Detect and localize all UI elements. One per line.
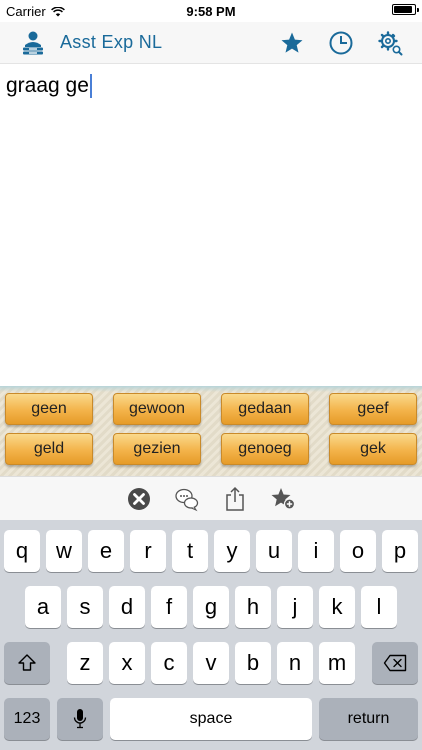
numbers-key[interactable]: 123 (4, 698, 50, 740)
key-y[interactable]: y (214, 530, 250, 572)
battery-level (394, 6, 412, 13)
key-d[interactable]: d (109, 586, 145, 628)
gear-search-icon (378, 31, 403, 56)
key-z[interactable]: z (67, 642, 103, 684)
star-plus-icon (271, 488, 296, 510)
key-h[interactable]: h (235, 586, 271, 628)
x-circle-icon (128, 488, 150, 510)
key-n[interactable]: n (277, 642, 313, 684)
text-content: graag ge (6, 74, 92, 98)
key-w[interactable]: w (46, 530, 82, 572)
key-j[interactable]: j (277, 586, 313, 628)
key-c[interactable]: c (151, 642, 187, 684)
share-button[interactable] (221, 485, 249, 513)
star-icon (281, 32, 303, 53)
nav-bar: Asst Exp NL (0, 22, 422, 64)
text-caret (89, 74, 92, 98)
suggestion-button[interactable]: gek (329, 433, 417, 465)
key-s[interactable]: s (67, 586, 103, 628)
favorites-button[interactable] (278, 29, 306, 57)
status-time: 9:58 PM (186, 4, 236, 19)
space-key[interactable]: space (110, 698, 312, 740)
dictation-key[interactable] (57, 698, 103, 740)
key-i[interactable]: i (298, 530, 334, 572)
key-p[interactable]: p (382, 530, 418, 572)
suggestion-grid: geen gewoon gedaan geef geld gezien geno… (5, 393, 417, 465)
clock-icon (329, 31, 353, 55)
suggestion-button[interactable]: geld (5, 433, 93, 465)
editor-text: graag ge (6, 74, 89, 97)
microphone-icon (73, 709, 87, 729)
speech-bubbles-icon (175, 488, 199, 512)
suggestion-button[interactable]: gezien (113, 433, 201, 465)
key-e[interactable]: e (88, 530, 124, 572)
key-b[interactable]: b (235, 642, 271, 684)
add-favorite-button[interactable] (269, 485, 297, 513)
action-toolbar (0, 476, 422, 520)
settings-button[interactable] (376, 29, 404, 57)
key-v[interactable]: v (193, 642, 229, 684)
clear-button[interactable] (125, 485, 153, 513)
key-q[interactable]: q (4, 530, 40, 572)
key-f[interactable]: f (151, 586, 187, 628)
key-g[interactable]: g (193, 586, 229, 628)
suggestion-button[interactable]: genoeg (221, 433, 309, 465)
share-icon (226, 486, 244, 511)
app-title: Asst Exp NL (60, 32, 163, 52)
key-o[interactable]: o (340, 530, 376, 572)
delete-key[interactable] (372, 642, 418, 684)
person-stack-icon[interactable] (20, 30, 46, 56)
key-a[interactable]: a (25, 586, 61, 628)
text-editor[interactable]: graag ge (0, 64, 422, 386)
suggestion-button[interactable]: geef (329, 393, 417, 425)
shift-key[interactable] (4, 642, 50, 684)
status-right (392, 4, 419, 15)
suggestion-button[interactable]: gewoon (113, 393, 201, 425)
suggestion-panel: geen gewoon gedaan geef geld gezien geno… (0, 386, 422, 476)
speech-button[interactable] (173, 485, 201, 513)
battery-icon (392, 4, 419, 15)
key-m[interactable]: m (319, 642, 355, 684)
key-r[interactable]: r (130, 530, 166, 572)
shift-icon (18, 654, 36, 671)
suggestion-button[interactable]: geen (5, 393, 93, 425)
suggestion-button[interactable]: gedaan (221, 393, 309, 425)
key-u[interactable]: u (256, 530, 292, 572)
key-x[interactable]: x (109, 642, 145, 684)
history-button[interactable] (327, 29, 355, 57)
delete-icon (383, 654, 407, 672)
return-key[interactable]: return (319, 698, 418, 740)
key-t[interactable]: t (172, 530, 208, 572)
key-k[interactable]: k (319, 586, 355, 628)
key-l[interactable]: l (361, 586, 397, 628)
status-bar: Carrier 9:58 PM (0, 0, 422, 22)
keyboard: q w e r t y u i o p a s d f g h j k l z … (0, 520, 422, 750)
